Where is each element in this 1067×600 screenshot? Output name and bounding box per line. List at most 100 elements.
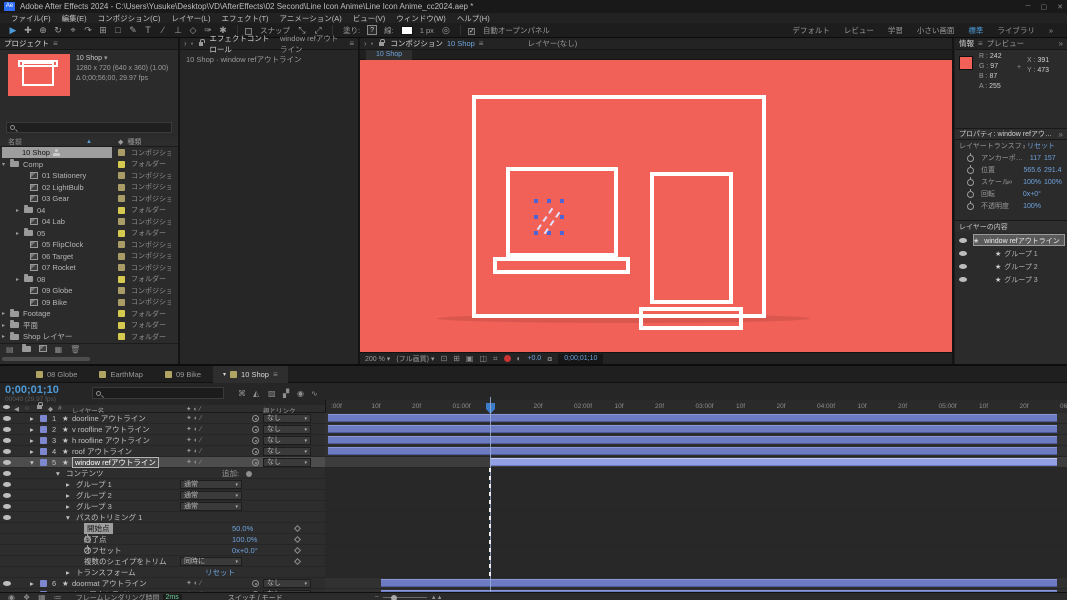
project-item-name[interactable]: 06 Target [42, 252, 73, 261]
parent-pickwhip-icon[interactable] [252, 415, 259, 422]
project-item-name[interactable]: 05 FlipClock [42, 240, 83, 249]
horizontal-scrollbar[interactable] [2, 357, 90, 361]
timeline-row-left[interactable]: ▾5★window refアウトライン✦◐∕なし▾ [0, 457, 325, 468]
timeline-row-track[interactable] [325, 490, 1067, 501]
project-item-name[interactable]: 03 Gear [42, 194, 69, 203]
stopwatch-icon[interactable] [967, 191, 974, 198]
eye-icon[interactable] [3, 482, 11, 487]
tab-layer-viewer[interactable]: レイヤー(なし) [527, 38, 577, 49]
layer-name[interactable]: doormat アウトライン [72, 578, 147, 589]
content-item-name[interactable]: グループ 3 [1004, 275, 1037, 285]
timeline-tab-name[interactable]: 08 Globe [47, 370, 77, 379]
region-icon[interactable]: ⌗ [493, 354, 498, 364]
timeline-tab-08 Globe[interactable]: 08 Globe [26, 366, 87, 383]
add-keyframe-icon[interactable] [294, 558, 301, 565]
clone-stamp-tool[interactable]: ⊥ [171, 23, 185, 37]
close-icon[interactable]: ✕ [1057, 3, 1063, 11]
workspace-デフォルト[interactable]: デフォルト [792, 25, 830, 36]
expander-icon[interactable]: ▸ [66, 501, 70, 512]
comp-name[interactable]: 10 Shop [76, 55, 102, 62]
timeline-row-left[interactable]: ▸3★h roofline アウトライン✦◐∕なし▾ [0, 435, 325, 446]
timeline-search-input[interactable] [92, 387, 224, 399]
project-item-name[interactable]: 平面 [23, 320, 38, 331]
brush-tool[interactable]: ∕ [156, 23, 170, 37]
timeline-row-track[interactable] [325, 435, 1067, 446]
parent-pickwhip-icon[interactable] [252, 459, 259, 466]
project-item-name[interactable]: Footage [23, 309, 51, 318]
timeline-row-track[interactable] [325, 457, 1067, 468]
parent-pickwhip-icon[interactable] [252, 448, 259, 455]
label-chip[interactable] [40, 426, 47, 433]
timeline-row-left[interactable]: ▸トランスフォームリセット [0, 567, 325, 578]
workspace-小さい画面[interactable]: 小さい画面 [917, 25, 955, 36]
pan-camera-tool[interactable]: ⌖ [66, 23, 80, 37]
solo-column-icon[interactable]: ○ [25, 405, 29, 412]
timeline-row-left[interactable]: ▸2★v roofline アウトライン✦◐∕なし▾ [0, 424, 325, 435]
layer-duration-bar[interactable] [328, 436, 1057, 444]
type-tool[interactable]: T [141, 23, 155, 37]
tab-composition[interactable]: コンポジション [390, 38, 443, 49]
project-item-name[interactable]: 05 [37, 229, 45, 238]
timeline-row-left[interactable]: ▾コンテンツ追加: [0, 468, 325, 479]
overflow-icon[interactable]: » [1059, 130, 1063, 139]
eye-icon[interactable] [3, 438, 11, 443]
eye-icon[interactable] [3, 504, 11, 509]
panel-menu-icon[interactable]: ≡ [53, 39, 58, 48]
stopwatch-icon[interactable] [967, 155, 974, 162]
project-item[interactable]: 07 Rocketコンポジション [0, 262, 178, 274]
zoom-out-icon[interactable]: − [375, 594, 379, 600]
exposure-icon[interactable]: ◐ [517, 354, 522, 363]
project-item[interactable]: 04 Labコンポジション [0, 216, 178, 228]
parent-link-select[interactable]: なし▾ [263, 447, 311, 456]
timeline-row-track[interactable] [325, 567, 1067, 578]
timeline-row-left[interactable]: ▸6★doormat アウトライン✦◐∕なし▾ [0, 578, 325, 589]
transform-section-label[interactable]: レイヤートランスフォーム [959, 141, 1025, 151]
eye-icon[interactable] [959, 251, 967, 256]
label-chip[interactable] [40, 459, 47, 466]
project-item[interactable]: 09 Bikeコンポジション [0, 297, 178, 309]
label-chip[interactable] [118, 322, 125, 329]
panel-menu-icon[interactable]: ≡ [479, 39, 484, 48]
parent-pickwhip-icon[interactable] [252, 580, 259, 587]
expander-icon[interactable]: ▸ [66, 567, 70, 578]
project-item[interactable]: 06 Targetコンポジション [0, 251, 178, 263]
project-column-headers[interactable]: 名前 ▲ ◆ 種類 [0, 137, 178, 147]
chevron-icon[interactable]: › [364, 39, 367, 48]
project-item-name[interactable]: Shop レイヤー [23, 331, 72, 342]
expander-icon[interactable]: ▸ [30, 413, 34, 424]
timeline-row-track[interactable] [325, 556, 1067, 567]
maximize-icon[interactable]: ▢ [1041, 3, 1048, 11]
orbit-camera-tool[interactable]: ↻ [51, 23, 65, 37]
column-type[interactable]: 種類 [127, 137, 141, 147]
timeline-zoom-slider[interactable]: − ▲▲ [375, 594, 443, 600]
label-chip[interactable] [118, 218, 125, 225]
parent-link-select[interactable]: なし▾ [263, 436, 311, 445]
zoom-tool[interactable]: ⊕ [36, 23, 50, 37]
menu-item[interactable]: エフェクト(T) [216, 13, 273, 24]
project-item[interactable]: 03 Gearコンポジション [0, 193, 178, 205]
project-item-name[interactable]: 02 LightBulb [42, 183, 84, 192]
grid-guides-icon[interactable]: ⊞ [453, 354, 460, 363]
channel-icon[interactable] [504, 355, 511, 362]
layer-contents-item[interactable]: ★グループ 1 [955, 247, 1067, 260]
parent-pickwhip-icon[interactable] [252, 426, 259, 433]
switches-modes-toggle[interactable]: スイッチ / モード [228, 593, 283, 600]
timeline-row-track[interactable] [325, 523, 1067, 534]
content-item-name[interactable]: グループ 2 [1004, 262, 1037, 272]
label-chip[interactable] [118, 264, 125, 271]
layer-contents-item[interactable]: ★window refアウトライン [955, 234, 1067, 247]
new-folder-icon[interactable] [22, 345, 31, 354]
delete-icon[interactable]: 🗑 [70, 345, 80, 354]
draft-3d-icon[interactable]: ◭ [253, 389, 259, 398]
property-value[interactable]: 100% [1017, 203, 1041, 210]
eye-icon[interactable] [3, 471, 11, 476]
auto-open-checkbox[interactable] [468, 28, 475, 35]
add-label[interactable]: 追加: [222, 468, 239, 479]
toggle-parent-icon[interactable]: ≔ [54, 593, 62, 600]
timeline-row-track[interactable] [325, 578, 1067, 589]
viewer-timecode[interactable]: 0;00;01;10 [558, 354, 603, 364]
timeline-row-left[interactable]: 複数のシェイプをトリム同時に▾ [0, 556, 325, 567]
content-item-name[interactable]: グループ 1 [1004, 249, 1037, 259]
project-item-name[interactable]: Comp [23, 160, 43, 169]
project-item-name[interactable]: 04 [37, 206, 45, 215]
